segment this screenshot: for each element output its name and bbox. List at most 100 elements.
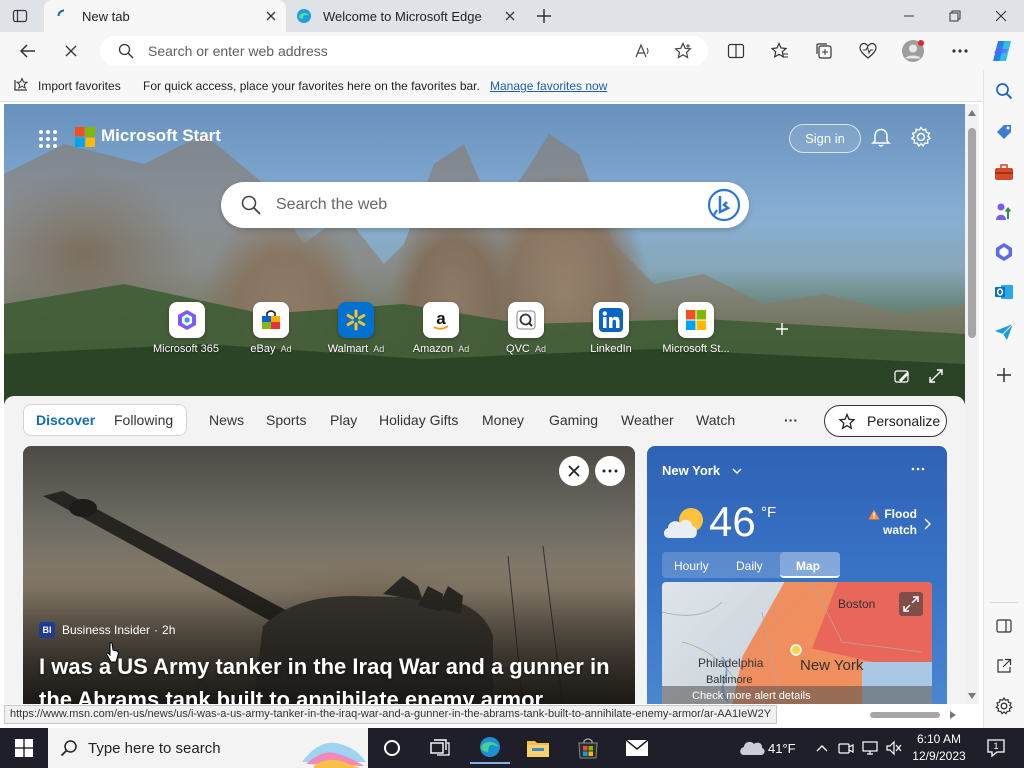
favorite-star-icon[interactable] [674, 42, 692, 60]
tab-daily[interactable]: Daily [736, 559, 763, 573]
map-alert-footer[interactable]: Check more alert details [662, 686, 932, 704]
scroll-down-arrow-icon[interactable] [968, 693, 976, 699]
sidebar-tools-icon[interactable] [992, 160, 1016, 184]
clock-time: 6:10 AM [916, 732, 962, 746]
taskbar-store-icon[interactable] [568, 732, 608, 764]
app-launcher-icon[interactable] [38, 129, 58, 149]
copilot-button[interactable] [986, 36, 1018, 66]
taskbar-file-explorer-icon[interactable] [518, 732, 558, 764]
sidebar-hide-icon[interactable] [992, 614, 1016, 638]
quick-link-microsoft-365[interactable]: Microsoft 365 [147, 302, 227, 355]
sidebar-open-external-icon[interactable] [992, 654, 1016, 678]
tab-hourly[interactable]: Hourly [674, 559, 709, 573]
bing-chat-icon[interactable] [707, 188, 741, 222]
sidebar-drop-icon[interactable] [992, 320, 1016, 344]
personalize-label: Personalize [867, 413, 941, 429]
tab-sports[interactable]: Sports [266, 412, 306, 428]
tab-news[interactable]: News [209, 412, 244, 428]
tab-holiday-gifts[interactable]: Holiday Gifts [379, 412, 458, 428]
taskbar-edge-icon[interactable] [470, 732, 510, 764]
notifications-bell-icon[interactable] [870, 126, 892, 148]
sidebar-games-icon[interactable] [992, 200, 1016, 224]
cortana-icon[interactable] [372, 732, 412, 764]
chevron-right-icon[interactable] [923, 518, 931, 530]
add-quick-link-icon[interactable] [774, 321, 790, 337]
tab-new-tab[interactable]: New tab [44, 0, 286, 32]
taskbar-search-box[interactable]: Type here to search [48, 728, 368, 768]
weather-more-icon[interactable] [911, 467, 925, 471]
tab-map[interactable]: Map [796, 559, 820, 573]
card-more-options-button[interactable] [595, 456, 625, 486]
sign-in-button[interactable]: Sign in [789, 124, 861, 153]
more-tabs-button[interactable]: ··· [784, 412, 798, 428]
taskbar-mail-icon[interactable] [617, 732, 657, 764]
flood-watch-alert[interactable]: Flood watch [867, 506, 917, 538]
horizontal-scroll-thumb[interactable] [870, 712, 940, 718]
sidebar-outlook-icon[interactable] [992, 280, 1016, 304]
close-tab-icon[interactable] [502, 8, 518, 24]
microsoft-start-brand[interactable]: Microsoft Start [101, 126, 221, 146]
read-aloud-icon[interactable] [634, 43, 652, 59]
restore-button[interactable] [932, 0, 978, 32]
chevron-down-icon[interactable] [732, 466, 742, 476]
tab-discover[interactable]: Discover [36, 412, 95, 428]
quick-link-linkedin[interactable]: LinkedIn [571, 302, 651, 355]
sidebar-add-icon[interactable] [992, 363, 1016, 387]
scroll-right-arrow-icon[interactable] [950, 711, 956, 719]
tab-watch[interactable]: Watch [696, 412, 735, 428]
tab-following[interactable]: Following [114, 412, 173, 428]
weather-city[interactable]: New York [662, 463, 720, 478]
address-bar[interactable]: Search or enter web address [100, 36, 708, 66]
news-card[interactable]: BI Business Insider · 2h I was a US Army… [23, 446, 635, 704]
tab-money[interactable]: Money [482, 412, 524, 428]
page-settings-gear-icon[interactable] [910, 126, 932, 148]
tab-welcome-edge[interactable]: Welcome to Microsoft Edge [288, 0, 526, 32]
expand-background-icon[interactable] [928, 368, 944, 384]
favorites-button[interactable] [764, 36, 796, 66]
quick-link-ebay[interactable]: eBay Ad [231, 302, 311, 355]
collections-button[interactable] [808, 36, 840, 66]
new-tab-button[interactable] [535, 7, 553, 25]
edit-background-icon[interactable] [894, 368, 910, 384]
quick-link-qvc[interactable]: QVC Ad [486, 302, 566, 355]
horizontal-scrollbar[interactable] [870, 710, 960, 720]
weather-card[interactable]: New York 46 °F Flood watch Hourly Daily … [647, 446, 947, 704]
sidebar-search-icon[interactable] [992, 79, 1016, 103]
browser-essentials-button[interactable] [852, 36, 884, 66]
scroll-up-arrow-icon[interactable] [968, 110, 976, 116]
manage-favorites-link[interactable]: Manage favorites now [490, 79, 607, 93]
news-headline[interactable]: I was a US Army tanker in the Iraq War a… [39, 650, 629, 704]
expand-map-button[interactable] [899, 592, 923, 616]
back-button[interactable] [12, 36, 44, 66]
close-window-button[interactable] [978, 0, 1024, 32]
start-button[interactable] [4, 732, 44, 764]
minimize-button[interactable] [886, 0, 932, 32]
sidebar-shopping-icon[interactable] [992, 120, 1016, 144]
sidebar-settings-gear-icon[interactable] [992, 694, 1016, 718]
profile-avatar[interactable] [897, 36, 929, 66]
personalize-button[interactable]: Personalize [824, 405, 947, 437]
scroll-thumb[interactable] [968, 128, 976, 338]
import-favorites-button[interactable]: Import favorites [38, 79, 121, 93]
taskbar-weather-icon[interactable] [734, 732, 770, 764]
notifications-center-icon[interactable]: 1 [980, 732, 1012, 764]
tab-weather[interactable]: Weather [621, 412, 674, 428]
task-view-icon[interactable] [420, 732, 460, 764]
tab-gaming[interactable]: Gaming [549, 412, 598, 428]
weather-map[interactable]: Boston Philadelphia New York Baltimore C… [662, 582, 932, 704]
web-search-box[interactable]: Search the web [221, 182, 749, 228]
taskbar-temperature[interactable]: 41°F [768, 741, 796, 756]
tab-actions-icon[interactable] [12, 8, 28, 24]
quick-link-walmart[interactable]: Walmart Ad [316, 302, 396, 355]
page-vertical-scrollbar[interactable] [965, 104, 979, 704]
taskbar-clock[interactable]: 6:10 AM 12/9/2023 [904, 731, 974, 765]
quick-link-amazon[interactable]: a Amazon Ad [401, 302, 481, 355]
sidebar-microsoft-365-icon[interactable] [992, 240, 1016, 264]
stop-loading-button[interactable] [55, 36, 87, 66]
tab-play[interactable]: Play [330, 412, 357, 428]
settings-and-more-button[interactable] [944, 36, 976, 66]
quick-link-microsoft-store[interactable]: Microsoft St... [656, 302, 736, 355]
dismiss-card-button[interactable] [559, 456, 589, 486]
split-screen-button[interactable] [720, 36, 752, 66]
close-tab-icon[interactable] [263, 8, 279, 24]
